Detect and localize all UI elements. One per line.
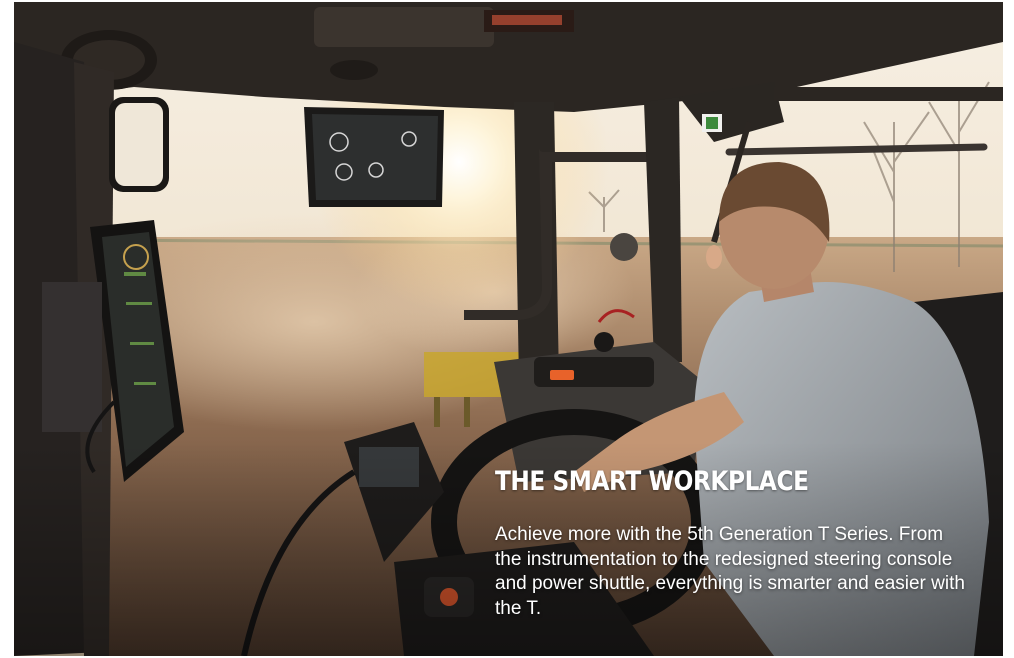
hero-banner: THE SMART WORKPLACE Achieve more with th… (14, 2, 1003, 656)
hero-headline: THE SMART WORKPLACE (495, 466, 809, 497)
hero-body-copy: Achieve more with the 5th Generation T S… (495, 524, 965, 619)
